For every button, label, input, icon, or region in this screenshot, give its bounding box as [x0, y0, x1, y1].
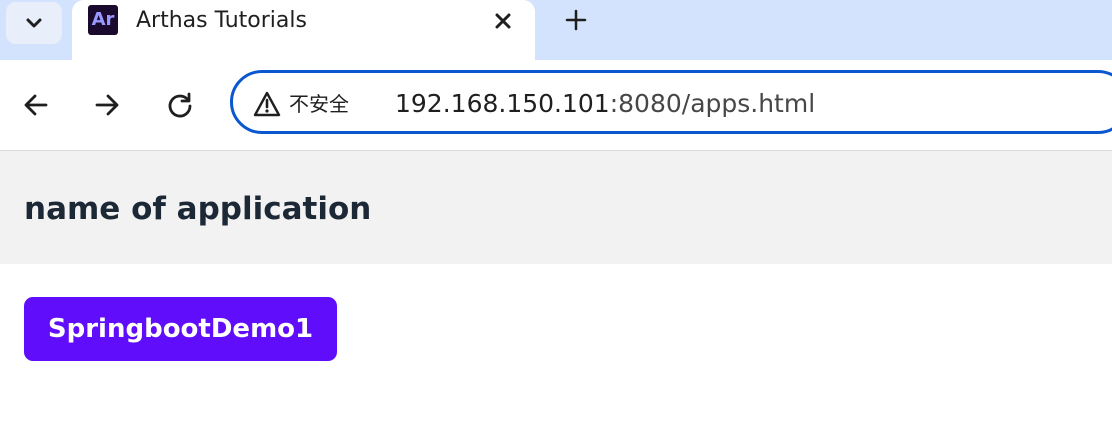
back-button[interactable]	[18, 87, 54, 123]
url-text[interactable]: 192.168.150.101:8080/apps.html	[395, 87, 815, 121]
forward-button[interactable]	[89, 87, 125, 123]
tab-close-button[interactable]	[488, 6, 518, 36]
tab-search-button[interactable]	[6, 2, 62, 44]
plus-icon	[565, 9, 587, 31]
app-button-springbootdemo1[interactable]: SpringbootDemo1	[24, 297, 337, 361]
reload-icon	[168, 92, 192, 118]
url-host: 192.168.150.101	[395, 89, 610, 118]
page-header: name of application	[0, 151, 1112, 264]
active-tab[interactable]: Ar Arthas Tutorials	[72, 0, 535, 60]
tab-favicon: Ar	[88, 5, 118, 35]
browser-toolbar: 不安全 192.168.150.101:8080/apps.html	[0, 60, 1112, 151]
warning-icon[interactable]	[253, 91, 281, 117]
tab-title: Arthas Tutorials	[136, 8, 307, 33]
security-label[interactable]: 不安全	[289, 89, 349, 119]
close-icon	[495, 13, 511, 29]
tab-strip: Ar Arthas Tutorials	[0, 0, 1112, 60]
page-title: name of application	[24, 191, 372, 227]
arrow-left-icon	[24, 94, 48, 116]
reload-button[interactable]	[162, 87, 198, 123]
address-bar[interactable]: 不安全 192.168.150.101:8080/apps.html	[230, 70, 1112, 134]
new-tab-button[interactable]	[558, 2, 594, 38]
url-path: :8080/apps.html	[609, 89, 816, 118]
chevron-down-icon	[26, 18, 42, 28]
arrow-right-icon	[95, 94, 119, 116]
